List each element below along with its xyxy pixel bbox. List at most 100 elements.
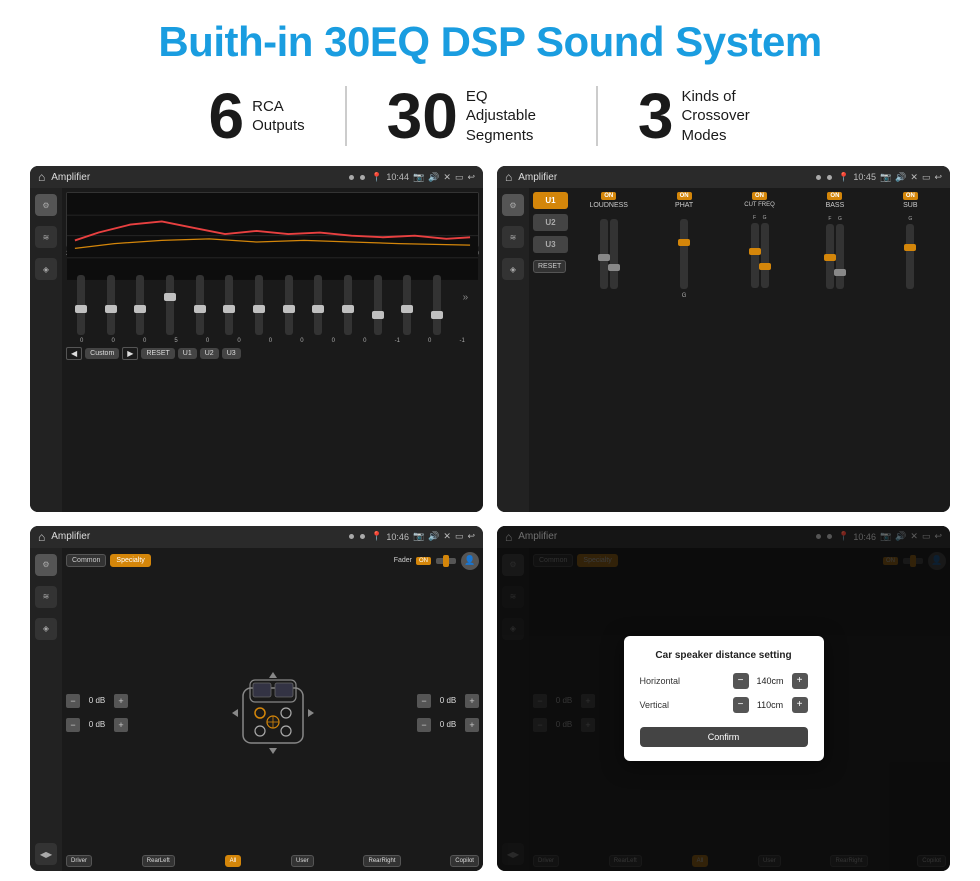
rearright-btn[interactable]: RearRight [363,855,400,867]
sub-on[interactable]: ON [903,192,918,200]
eq-slider-11 [374,275,382,335]
fader-top-row: Common Specialty Fader ON 👤 [66,552,479,570]
home-icon[interactable]: ⌂ [38,170,45,184]
db-value-fl: 0 dB [83,696,111,705]
fader-screen-title: Amplifier [51,531,343,542]
eq-reset-btn[interactable]: RESET [141,348,174,359]
dsp-channels: ON LOUDNESS [573,192,946,508]
eq-side-icon-2[interactable]: ≋ [35,226,57,248]
fader-middle: − 0 dB + − 0 dB + [66,574,479,853]
common-tab[interactable]: Common [66,554,106,567]
eq-side-icon-3[interactable]: ◈ [35,258,57,280]
horizontal-stepper: − 140cm + [733,673,808,689]
eq-screen-card: ⌂ Amplifier 📍 10:44 📷 🔊 ✕ ▭ ↩ ⚙ ≋ [30,166,483,512]
cutfreq-on[interactable]: ON [752,192,767,200]
dialog-overlay: Car speaker distance setting Horizontal … [497,526,950,872]
stat-number-crossover: 3 [638,84,674,148]
fader-side-icon-2[interactable]: ≋ [35,586,57,608]
horizontal-plus-btn[interactable]: + [792,673,808,689]
db-minus-fl[interactable]: − [66,694,80,708]
dsp-close-icon[interactable]: ✕ [910,172,918,183]
dsp-u1-btn[interactable]: U1 [533,192,568,209]
confirm-button[interactable]: Confirm [640,727,808,747]
eq-custom-btn[interactable]: Custom [85,348,119,359]
rearleft-btn[interactable]: RearLeft [142,855,175,867]
eq-u3-btn[interactable]: U3 [222,348,241,359]
fader-close-icon[interactable]: ✕ [443,531,451,542]
dsp-status-icons: 📍 10:45 📷 🔊 ✕ ▭ ↩ [838,172,942,183]
db-plus-fl[interactable]: + [114,694,128,708]
eq-graph [66,192,479,247]
specialty-tab[interactable]: Specialty [110,554,150,567]
fader-camera-icon: 📷 [413,531,424,542]
phat-slider [680,211,688,291]
db-plus-fr[interactable]: + [465,694,479,708]
fader-screen-card: ⌂ Amplifier 📍 10:46 📷 🔊 ✕ ▭ ↩ ⚙ ≋ [30,526,483,872]
eq-side-icon-1[interactable]: ⚙ [35,194,57,216]
dsp-side-icon-3[interactable]: ◈ [502,258,524,280]
dsp-loudness-channel: ON LOUDNESS [573,192,644,508]
volume-icon: 🔊 [428,172,439,183]
vertical-value: 110cm [753,700,788,710]
dsp-side-icon-2[interactable]: ≋ [502,226,524,248]
dsp-status-bar: ⌂ Amplifier 📍 10:45 📷 🔊 ✕ ▭ ↩ [497,166,950,188]
back-icon[interactable]: ↩ [467,172,475,183]
dsp-u2-btn[interactable]: U2 [533,214,568,231]
horizontal-minus-btn[interactable]: − [733,673,749,689]
horizontal-row: Horizontal − 140cm + [640,673,808,689]
vertical-plus-btn[interactable]: + [792,697,808,713]
minimize-icon[interactable]: ▭ [455,172,464,183]
stat-item-crossover: 3 Kinds ofCrossover Modes [598,84,812,148]
eq-slider-8 [285,275,293,335]
dsp-minimize-icon[interactable]: ▭ [922,172,931,183]
bass-on[interactable]: ON [827,192,842,200]
fader-home-icon[interactable]: ⌂ [38,530,45,544]
stat-number-rca: 6 [209,84,245,148]
eq-main-content: 25 32 40 50 63 80 100 125 160 200 250 32… [62,188,483,512]
db-minus-rl[interactable]: − [66,718,80,732]
fader-side-icons: ⚙ ≋ ◈ ◀▶ [30,548,62,872]
eq-slider-7 [255,275,263,335]
db-minus-fr[interactable]: − [417,694,431,708]
db-plus-rl[interactable]: + [114,718,128,732]
dsp-u3-btn[interactable]: U3 [533,236,568,253]
more-icon[interactable]: » [463,292,469,303]
horizontal-label: Horizontal [640,676,695,686]
dsp-home-icon[interactable]: ⌂ [505,170,512,184]
dsp-phat-channel: ON PHAT G [648,192,719,508]
eq-screen-content: ⚙ ≋ ◈ [30,188,483,512]
db-value-rl: 0 dB [83,720,111,729]
phat-on[interactable]: ON [677,192,692,200]
eq-u1-btn[interactable]: U1 [178,348,197,359]
dsp-back-icon[interactable]: ↩ [934,172,942,183]
copilot-btn[interactable]: Copilot [450,855,479,867]
fader-side-icon-4[interactable]: ◀▶ [35,843,57,865]
fader-slider-icon [435,554,457,568]
fader-on-badge[interactable]: ON [416,557,431,565]
dsp-reset-btn[interactable]: RESET [533,260,566,273]
all-btn[interactable]: All [225,855,242,867]
eq-next-btn[interactable]: ▶ [122,347,138,360]
db-plus-rr[interactable]: + [465,718,479,732]
eq-values-row: 0 0 0 5 0 0 0 0 0 0 -1 0 -1 [66,338,479,344]
eq-prev-btn[interactable]: ◀ [66,347,82,360]
user-btn[interactable]: User [291,855,314,867]
fader-side-icon-3[interactable]: ◈ [35,618,57,640]
eq-slider-thumb-1[interactable] [75,305,87,313]
phat-label: PHAT [675,202,693,209]
vertical-minus-btn[interactable]: − [733,697,749,713]
eq-slider-13 [433,275,441,335]
close-icon[interactable]: ✕ [443,172,451,183]
fader-back-icon[interactable]: ↩ [467,531,475,542]
loudness-on[interactable]: ON [601,192,616,200]
fader-minimize-icon[interactable]: ▭ [455,531,464,542]
fader-status-icons: 📍 10:46 📷 🔊 ✕ ▭ ↩ [371,531,475,542]
fader-side-icon-1[interactable]: ⚙ [35,554,57,576]
eq-time: 10:44 [386,172,409,182]
stat-label-crossover: Kinds ofCrossover Modes [681,87,771,146]
driver-btn[interactable]: Driver [66,855,92,867]
db-control-fl: − 0 dB + [66,694,128,708]
dsp-side-icon-1[interactable]: ⚙ [502,194,524,216]
db-minus-rr[interactable]: − [417,718,431,732]
eq-u2-btn[interactable]: U2 [200,348,219,359]
